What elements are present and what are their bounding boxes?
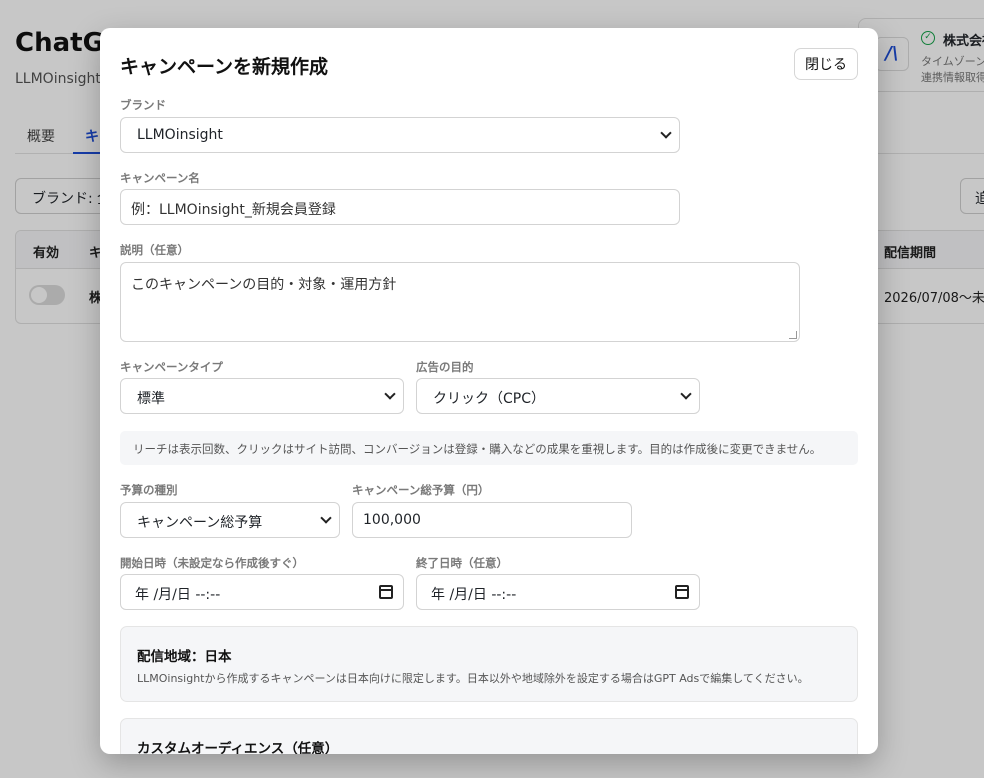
brand-select[interactable]: LLMOinsight	[120, 117, 680, 153]
ad-objective-label: 広告の目的	[416, 360, 474, 374]
start-datetime-input[interactable]: 年 /月/日 --:--	[120, 574, 404, 610]
budget-type-value: キャンペーン総予算	[137, 515, 263, 531]
end-datetime-placeholder: 年 /月/日 --:--	[431, 587, 517, 603]
brand-select-value: LLMOinsight	[137, 127, 223, 143]
chevron-down-icon	[384, 388, 396, 400]
campaign-type-select[interactable]: 標準	[120, 378, 404, 414]
total-budget-input[interactable]: 100,000	[352, 502, 632, 538]
campaign-name-input[interactable]: 例：LLMOinsight_新規会員登録	[120, 189, 680, 225]
campaign-type-value: 標準	[137, 391, 165, 407]
custom-audience-box: カスタムオーディエンス（任意）	[120, 718, 858, 754]
region-title: 配信地域：日本	[137, 649, 232, 665]
budget-type-select[interactable]: キャンペーン総予算	[120, 502, 340, 538]
chevron-down-icon	[680, 388, 692, 400]
region-description: LLMOinsightから作成するキャンペーンは日本向けに限定します。日本以外や…	[137, 672, 809, 685]
start-datetime-placeholder: 年 /月/日 --:--	[135, 587, 221, 603]
total-budget-value: 100,000	[363, 512, 421, 528]
close-button[interactable]: 閉じる	[794, 48, 858, 80]
create-campaign-modal: キャンペーンを新規作成 閉じる ブランド LLMOinsight キャンペーン名…	[100, 28, 878, 754]
description-placeholder: このキャンペーンの目的・対象・運用方針	[131, 277, 397, 293]
ad-objective-value: クリック（CPC）	[433, 391, 545, 407]
end-datetime-input[interactable]: 年 /月/日 --:--	[416, 574, 700, 610]
description-label: 説明（任意）	[120, 243, 189, 257]
calendar-icon[interactable]	[675, 585, 689, 599]
campaign-name-placeholder: 例：LLMOinsight_新規会員登録	[131, 202, 336, 218]
modal-title: キャンペーンを新規作成	[120, 56, 329, 78]
region-box: 配信地域：日本 LLMOinsightから作成するキャンペーンは日本向けに限定し…	[120, 626, 858, 702]
custom-audience-title: カスタムオーディエンス（任意）	[137, 741, 339, 754]
chevron-down-icon	[660, 127, 672, 139]
resize-handle[interactable]	[789, 331, 797, 339]
chevron-down-icon	[320, 512, 332, 524]
brand-label: ブランド	[120, 98, 166, 112]
description-textarea[interactable]: このキャンペーンの目的・対象・運用方針	[120, 262, 800, 342]
start-datetime-label: 開始日時（未設定なら作成後すぐ）	[120, 556, 304, 570]
campaign-type-label: キャンペーンタイプ	[120, 360, 223, 374]
ad-objective-select[interactable]: クリック（CPC）	[416, 378, 700, 414]
calendar-icon[interactable]	[379, 585, 393, 599]
objective-hint: リーチは表示回数、クリックはサイト訪問、コンバージョンは登録・購入などの成果を重…	[120, 431, 858, 465]
campaign-name-label: キャンペーン名	[120, 171, 200, 185]
end-datetime-label: 終了日時（任意）	[416, 556, 508, 570]
budget-type-label: 予算の種別	[120, 483, 178, 497]
total-budget-label: キャンペーン総予算（円）	[352, 483, 490, 497]
